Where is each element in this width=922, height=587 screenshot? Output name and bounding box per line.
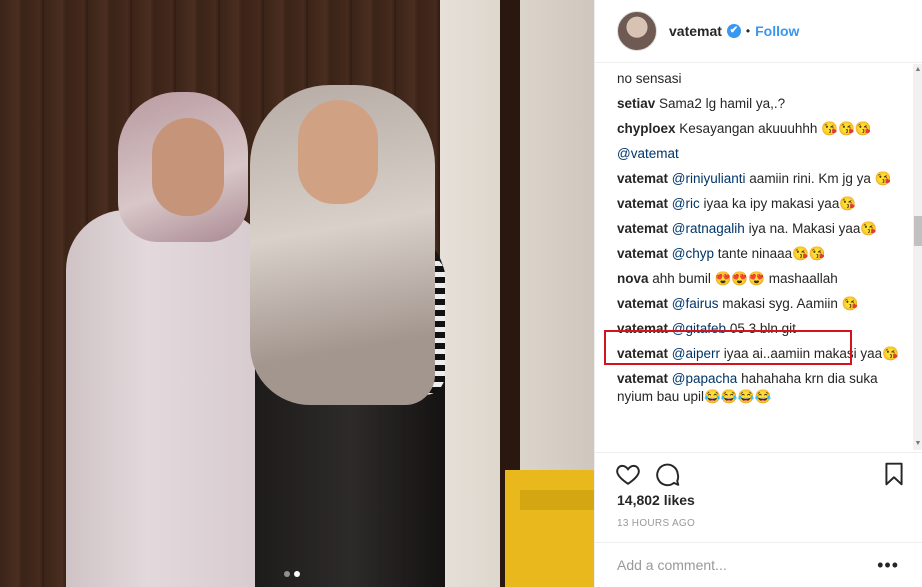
add-comment-bar: Add a comment... ••• [595, 542, 922, 587]
likes-count[interactable]: 14,802 likes [617, 492, 695, 508]
comment-username[interactable]: vatemat [617, 196, 668, 211]
comment-item: nova ahh bumil 😍😍😍 mashaallah [617, 270, 905, 288]
comment-item: @vatemat [617, 145, 905, 163]
comment-username[interactable]: vatemat [617, 246, 668, 261]
comment-text: Sama2 lg hamil ya,.? [659, 96, 786, 111]
comment-username[interactable]: vatemat [617, 221, 668, 236]
red-highlight-box [604, 330, 852, 365]
bookmark-icon[interactable] [881, 461, 907, 487]
comment-text: tante ninaaa😘😘 [717, 246, 826, 261]
post-header: vatemat ✔ • Follow [595, 0, 922, 63]
post-timestamp[interactable]: 13 HOURS AGO [617, 518, 695, 529]
comment-text: ahh bumil 😍😍😍 mashaallah [652, 271, 838, 286]
comments-list[interactable]: no sensasi setiav Sama2 lg hamil ya,.? chy… [595, 64, 913, 450]
comment-item: vatemat @ratnagalih iya na. Makasi yaa😘 [617, 220, 905, 238]
photo-person-left-face [152, 118, 224, 216]
comment-item: no sensasi [617, 70, 905, 88]
comment-mention-link[interactable]: @ratnagalih [672, 221, 745, 236]
scroll-down-arrow-icon[interactable]: ▼ [913, 438, 922, 450]
header-separator: • [745, 24, 751, 38]
comment-text: iya na. Makasi yaa😘 [748, 221, 878, 236]
comment-text: no sensasi [617, 71, 682, 86]
post-photo[interactable] [0, 0, 594, 587]
post-actions [595, 452, 922, 488]
scroll-thumb[interactable] [914, 216, 922, 246]
comment-mention-link[interactable]: @vatemat [617, 146, 679, 161]
comment-icon[interactable] [655, 461, 681, 487]
comment-item: vatemat @chyp tante ninaaa😘😘 [617, 245, 905, 263]
more-options-button[interactable]: ••• [877, 555, 899, 576]
post-side-panel: vatemat ✔ • Follow no sensasi setiav Sama… [594, 0, 922, 587]
photo-person-left-body [66, 210, 271, 587]
comment-username[interactable]: nova [617, 271, 649, 286]
comment-mention-link[interactable]: @ric [672, 196, 700, 211]
avatar[interactable] [617, 11, 657, 51]
comment-mention-link[interactable]: @riniyulianti [672, 171, 746, 186]
photo-yellow-shelf-detail [520, 490, 594, 510]
comment-text: iyaa ka ipy makasi yaa😘 [703, 196, 857, 211]
comment-mention-link[interactable]: @papacha [672, 371, 738, 386]
photo-person-right-face [298, 100, 378, 204]
carousel-dot[interactable] [284, 571, 290, 577]
photo-yellow-shelf [505, 470, 594, 587]
comment-mention-link[interactable]: @fairus [672, 296, 719, 311]
comment-text: makasi syg. Aamiin 😘 [722, 296, 859, 311]
comment-text: aamiin rini. Km jg ya 😘 [749, 171, 892, 186]
heart-icon[interactable] [615, 461, 641, 487]
follow-button[interactable]: Follow [755, 23, 799, 39]
comment-item: vatemat @ric iyaa ka ipy makasi yaa😘 [617, 195, 905, 213]
comment-username[interactable]: setiav [617, 96, 655, 111]
comment-username[interactable]: vatemat [617, 171, 668, 186]
comment-item: chyploex Kesayangan akuuuhhh 😘😘😘 [617, 120, 905, 138]
comment-username[interactable]: vatemat [617, 371, 668, 386]
header-username[interactable]: vatemat [669, 23, 722, 39]
comment-item: vatemat @riniyulianti aamiin rini. Km jg… [617, 170, 905, 188]
comment-item: vatemat @fairus makasi syg. Aamiin 😘 [617, 295, 905, 313]
comment-mention-link[interactable]: @chyp [672, 246, 714, 261]
scroll-up-arrow-icon[interactable]: ▲ [913, 64, 922, 76]
comment-item: setiav Sama2 lg hamil ya,.? [617, 95, 905, 113]
add-comment-input[interactable]: Add a comment... [617, 557, 727, 573]
comment-username[interactable]: chyploex [617, 121, 676, 136]
carousel-indicator [284, 571, 300, 577]
comment-text: Kesayangan akuuuhhh 😘😘😘 [679, 121, 872, 136]
carousel-dot-active[interactable] [294, 571, 300, 577]
comments-scrollbar[interactable]: ▲ ▼ [913, 64, 922, 450]
verified-badge-icon: ✔ [726, 24, 741, 38]
comment-username[interactable]: vatemat [617, 296, 668, 311]
comment-item: vatemat @papacha hahahaha krn dia suka n… [617, 370, 905, 406]
